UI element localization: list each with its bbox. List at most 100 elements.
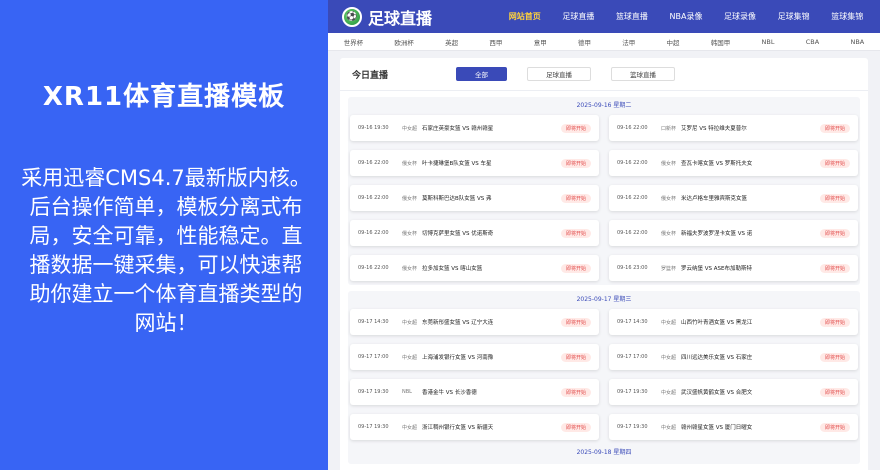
promo-panel: XR11体育直播模板 采用迅睿CMS4.7最新版内核。后台操作简单，模板分离式布… bbox=[0, 0, 328, 470]
match-teams: 上海浦发银行女篮 VS 河南豫 bbox=[422, 355, 494, 361]
match-league: 中女超 bbox=[402, 354, 418, 361]
status-badge: 即将开始 bbox=[560, 317, 591, 327]
match-card[interactable]: 09-17 17:00 中女超 四川远达美乐女篮 VS 石家庄 即将开始 bbox=[609, 344, 858, 370]
date-header: 2025-09-17 星期三 bbox=[576, 296, 632, 303]
match-card[interactable]: 09-16 22:00 口新杯 艾罗尼 VS 特拉维夫夏普尔 即将开始 bbox=[609, 115, 858, 141]
match-teams: 石家庄英豪女篮 VS 赣州赣星 bbox=[422, 126, 494, 132]
league-link[interactable]: 意甲 bbox=[534, 37, 547, 47]
league-nav: 世界杯 欧洲杯 英超 西甲 意甲 德甲 法甲 中超 韩国甲 NBL CBA NB… bbox=[328, 33, 880, 51]
match-card[interactable]: 09-16 22:00 俄女杯 米达卢格车里雅宾斯克女篮 即将开始 bbox=[609, 185, 858, 211]
match-grid: 09-16 19:30 中女超 石家庄英豪女篮 VS 赣州赣星 即将开始 09-16 … bbox=[350, 115, 858, 281]
status-badge: 即将开始 bbox=[560, 123, 591, 133]
logo-text: 足球直播 bbox=[368, 8, 433, 28]
match-time: 09-16 22:00 bbox=[617, 125, 648, 131]
match-card[interactable]: 09-16 22:00 俄女杯 拉多加女篮 VS 喀山女篮 即将开始 bbox=[350, 255, 599, 281]
match-league: 罗篮杯 bbox=[661, 265, 677, 272]
site-header: ⚽ 足球直播 网站首页 足球直播 篮球直播 NBA录像 足球录像 足球集锦 篮球… bbox=[328, 0, 880, 33]
match-league: NBL bbox=[402, 389, 412, 395]
match-time: 09-16 19:30 bbox=[358, 125, 389, 131]
match-card[interactable]: 09-16 22:00 俄女杯 新福夫罗波罗涅卡女篮 VS 诺 即将开始 bbox=[609, 220, 858, 246]
match-teams: 武汉盛帆黄鹤女篮 VS 合肥文 bbox=[681, 390, 753, 396]
match-time: 09-17 19:30 bbox=[617, 424, 648, 430]
match-card[interactable]: 09-17 19:30 中女超 赣州赣星女篮 VS 厦门日曜女 即将开始 bbox=[609, 414, 858, 440]
match-teams: 新福夫罗波罗涅卡女篮 VS 诺 bbox=[681, 231, 753, 237]
match-league: 中女超 bbox=[402, 424, 418, 431]
league-link[interactable]: 英超 bbox=[445, 37, 458, 47]
status-badge: 即将开始 bbox=[819, 387, 850, 397]
match-card[interactable]: 09-16 22:00 俄女杯 切博克萨里女篮 VS 优诺斯奇 即将开始 bbox=[350, 220, 599, 246]
match-time: 09-16 23:00 bbox=[617, 265, 648, 271]
date-header: 2025-09-16 星期二 bbox=[576, 102, 632, 109]
day-group: 2025-09-17 星期三 09-17 14:30 中女超 东莞新彤盛女篮 VS … bbox=[348, 291, 860, 464]
match-card[interactable]: 09-17 19:30 中女超 浙江稠州银行女篮 VS 新疆天 即将开始 bbox=[350, 414, 599, 440]
match-card[interactable]: 09-17 14:30 中女超 山西竹叶青酒女篮 VS 黑龙江 即将开始 bbox=[609, 309, 858, 335]
league-link[interactable]: NBA bbox=[850, 38, 864, 46]
match-league: 中女超 bbox=[402, 319, 418, 326]
match-card[interactable]: 09-17 19:30 NBL 香港金牛 VS 长沙香德 即将开始 bbox=[350, 379, 599, 405]
nav-item-nba-replay[interactable]: NBA录像 bbox=[670, 11, 703, 22]
league-link[interactable]: 欧洲杯 bbox=[394, 37, 414, 47]
match-time: 09-17 14:30 bbox=[358, 319, 389, 325]
league-link[interactable]: CBA bbox=[806, 38, 819, 46]
league-link[interactable]: 世界杯 bbox=[344, 37, 364, 47]
league-link[interactable]: 中超 bbox=[666, 37, 679, 47]
tab-all[interactable]: 全部 bbox=[456, 67, 507, 81]
match-teams: 叶卡捷琳堡B队女篮 VS 车星 bbox=[422, 161, 492, 167]
nav-item-football-replay[interactable]: 足球录像 bbox=[724, 11, 756, 22]
match-card[interactable]: 09-16 22:00 俄女杯 莫斯科斯巴达B队女篮 VS 弗 即将开始 bbox=[350, 185, 599, 211]
nav-item-football-live[interactable]: 足球直播 bbox=[562, 11, 594, 22]
match-league: 俄女杯 bbox=[661, 230, 677, 237]
match-card[interactable]: 09-17 19:30 中女超 武汉盛帆黄鹤女篮 VS 合肥文 即将开始 bbox=[609, 379, 858, 405]
match-teams: 米达卢格车里雅宾斯克女篮 bbox=[681, 196, 748, 202]
match-card[interactable]: 09-17 17:00 中女超 上海浦发银行女篮 VS 河南豫 即将开始 bbox=[350, 344, 599, 370]
status-badge: 即将开始 bbox=[560, 422, 591, 432]
tab-basketball[interactable]: 篮球直播 bbox=[611, 67, 675, 81]
panel-title: 今日直播 bbox=[352, 70, 389, 81]
status-badge: 即将开始 bbox=[819, 123, 850, 133]
promo-description: 采用迅睿CMS4.7最新版内核。后台操作简单，模板分离式布局，安全可靠，性能稳定… bbox=[21, 166, 311, 335]
tab-football[interactable]: 足球直播 bbox=[527, 67, 591, 81]
match-teams: 东莞新彤盛女篮 VS 辽宁大连 bbox=[422, 320, 494, 326]
match-grid: 09-17 14:30 中女超 东莞新彤盛女篮 VS 辽宁大连 即将开始 09-17 … bbox=[350, 309, 858, 440]
status-badge: 即将开始 bbox=[560, 263, 591, 273]
match-time: 09-16 22:00 bbox=[358, 265, 389, 271]
match-teams: 赣州赣星女篮 VS 厦门日曜女 bbox=[681, 425, 753, 431]
date-header: 2025-09-18 星期四 bbox=[576, 449, 632, 456]
football-icon: ⚽ bbox=[342, 6, 362, 27]
league-link[interactable]: 法甲 bbox=[622, 37, 635, 47]
nav-item-basketball-live[interactable]: 篮球直播 bbox=[616, 11, 648, 22]
match-card[interactable]: 09-17 14:30 中女超 东莞新彤盛女篮 VS 辽宁大连 即将开始 bbox=[350, 309, 599, 335]
day-group: 2025-09-16 星期二 09-16 19:30 中女超 石家庄英豪女篮 VS … bbox=[348, 97, 860, 285]
match-teams: 莫斯科斯巴达B队女篮 VS 弗 bbox=[422, 196, 492, 202]
match-card[interactable]: 09-16 23:00 罗篮杯 罗云纳堡 VS ASE布加勒斯特 即将开始 bbox=[609, 255, 858, 281]
match-league: 俄女杯 bbox=[402, 230, 418, 237]
nav-item-basketball-highlights[interactable]: 篮球集锦 bbox=[831, 11, 863, 22]
match-time: 09-17 19:30 bbox=[617, 389, 648, 395]
match-time: 09-16 22:00 bbox=[358, 160, 389, 166]
match-league: 俄女杯 bbox=[402, 265, 418, 272]
match-time: 09-16 22:00 bbox=[617, 230, 648, 236]
match-league: 俄女杯 bbox=[402, 195, 418, 202]
match-time: 09-17 17:00 bbox=[358, 354, 389, 360]
league-link[interactable]: 韩国甲 bbox=[711, 37, 731, 47]
status-badge: 即将开始 bbox=[819, 228, 850, 238]
status-badge: 即将开始 bbox=[560, 193, 591, 203]
league-link[interactable]: NBL bbox=[762, 38, 775, 46]
match-league: 中女超 bbox=[661, 319, 677, 326]
match-league: 俄女杯 bbox=[402, 160, 418, 167]
status-badge: 即将开始 bbox=[560, 158, 591, 168]
league-link[interactable]: 西甲 bbox=[489, 37, 502, 47]
match-teams: 切博克萨里女篮 VS 优诺斯奇 bbox=[422, 231, 494, 237]
league-link[interactable]: 德甲 bbox=[578, 37, 591, 47]
main-nav: 网站首页 足球直播 篮球直播 NBA录像 足球录像 足球集锦 篮球集锦 bbox=[498, 11, 880, 22]
site-logo[interactable]: ⚽ 足球直播 bbox=[328, 5, 498, 29]
match-card[interactable]: 09-16 19:30 中女超 石家庄英豪女篮 VS 赣州赣星 即将开始 bbox=[350, 115, 599, 141]
nav-item-home[interactable]: 网站首页 bbox=[509, 11, 541, 22]
match-card[interactable]: 09-16 22:00 俄女杯 叶卡捷琳堡B队女篮 VS 车星 即将开始 bbox=[350, 150, 599, 176]
match-card[interactable]: 09-16 22:00 俄女杯 查瓦卡喀女篮 VS 罗斯托夫女 即将开始 bbox=[609, 150, 858, 176]
match-time: 09-17 17:00 bbox=[617, 354, 648, 360]
status-badge: 即将开始 bbox=[560, 352, 591, 362]
match-teams: 山西竹叶青酒女篮 VS 黑龙江 bbox=[681, 320, 753, 326]
nav-item-football-highlights[interactable]: 足球集锦 bbox=[778, 11, 810, 22]
match-league: 俄女杯 bbox=[661, 195, 677, 202]
